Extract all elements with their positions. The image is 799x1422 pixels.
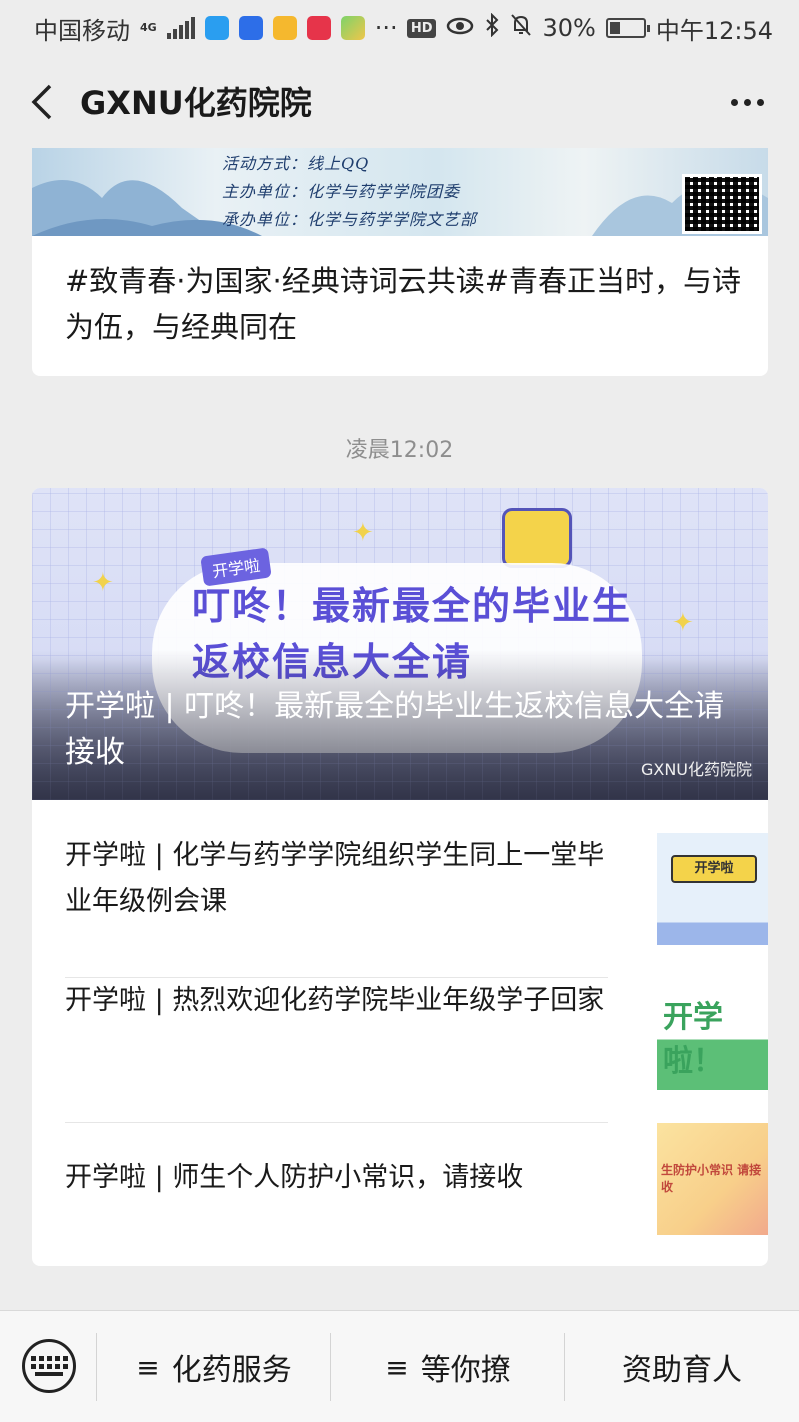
bluetooth-icon bbox=[484, 12, 500, 43]
more-options-button[interactable] bbox=[725, 86, 769, 118]
bottom-menu-bar: ≡ 化药服务 ≡ 等你撩 资助育人 bbox=[0, 1310, 799, 1422]
status-bar: 中国移动 4G ··· HD 30% 中午12:54 bbox=[0, 0, 799, 56]
banner-line: 活动方式：线上QQ bbox=[222, 154, 370, 173]
chevron-left-icon bbox=[31, 84, 52, 120]
message-timestamp: 凌晨12:02 bbox=[345, 438, 454, 463]
menu-item-financial-aid[interactable]: 资助育人 bbox=[565, 1311, 799, 1422]
shopping-app-icon bbox=[306, 16, 331, 40]
watermark: GXNU化药院院 bbox=[640, 760, 752, 779]
back-button[interactable] bbox=[22, 80, 62, 124]
battery-percent: 30% bbox=[542, 14, 596, 42]
nav-bar: GXNU化药院院 bbox=[0, 56, 799, 148]
article-banner-image: 活动方式：线上QQ 主办单位：化学与药学学院团委 承办单位：化学与药学学院文艺部 bbox=[32, 148, 768, 236]
status-left: 中国移动 4G ··· bbox=[34, 11, 398, 46]
keyboard-toggle-button[interactable] bbox=[22, 1339, 76, 1393]
more-notifications-icon: ··· bbox=[374, 14, 398, 42]
menu-item-label: 化药服务 bbox=[171, 1353, 292, 1388]
page-title: GXNU化药院院 bbox=[80, 84, 312, 122]
article-group-card: ✦ ✦ ✦ 开学啦 叮咚！最新最全的毕业生返校信息大全请 开学啦 | 叮咚！最新… bbox=[32, 488, 768, 1266]
thumbnail-label: 开学啦！ bbox=[663, 1000, 723, 1079]
submenu-icon: ≡ bbox=[385, 1350, 409, 1384]
thumbnail-label: 开学啦 bbox=[671, 855, 757, 883]
banner-line: 主办单位：化学与药学学院团委 bbox=[222, 182, 461, 201]
status-right: HD 30% 中午12:54 bbox=[406, 11, 773, 46]
qr-code-icon bbox=[682, 174, 762, 234]
keyboard-icon bbox=[30, 1356, 68, 1376]
star-icon: ✦ bbox=[672, 608, 694, 638]
menu-item-label: 等你撩 bbox=[420, 1353, 511, 1388]
network-type: 4G bbox=[140, 21, 157, 34]
eye-icon bbox=[446, 14, 474, 42]
hd-icon: HD bbox=[406, 18, 437, 38]
mute-bell-icon bbox=[510, 13, 532, 43]
baidu-app-icon bbox=[238, 16, 263, 40]
battery-icon bbox=[605, 18, 650, 38]
gallery-app-icon bbox=[340, 16, 365, 40]
mail-app-icon bbox=[272, 16, 297, 40]
banner-line: 承办单位：化学与药学学院文艺部 bbox=[222, 210, 478, 229]
thumbnail-label: 生防护小常识 请接收 bbox=[661, 1163, 762, 1194]
sub-article-thumbnail: 开学啦 bbox=[657, 833, 768, 945]
submenu-icon: ≡ bbox=[136, 1350, 160, 1384]
sub-article-thumbnail: 生防护小常识 请接收 bbox=[657, 1123, 768, 1235]
menu-item-label: 资助育人 bbox=[622, 1353, 742, 1388]
star-icon: ✦ bbox=[92, 568, 114, 598]
star-icon: ✦ bbox=[352, 518, 374, 548]
battery-fill bbox=[609, 22, 620, 34]
sub-article-item[interactable]: 开学啦 | 师生个人防护小常识，请接收 生防护小常识 请接收 bbox=[65, 1123, 768, 1266]
sub-article-item[interactable]: 开学啦 | 热烈欢迎化药学院毕业年级学子回家 开学啦！ bbox=[65, 978, 768, 1123]
sub-article-title: 开学啦 | 师生个人防护小常识，请接收 bbox=[65, 1162, 524, 1193]
sub-article-title: 开学啦 | 热烈欢迎化药学院毕业年级学子回家 bbox=[65, 985, 605, 1016]
article-title: #致青春·为国家·经典诗词云共读#青春正当时，与诗为伍，与经典同在 bbox=[65, 264, 742, 344]
video-app-icon bbox=[204, 16, 229, 40]
article-card[interactable]: 活动方式：线上QQ 主办单位：化学与药学学院团委 承办单位：化学与药学学院文艺部… bbox=[32, 148, 768, 376]
sub-article-title: 开学啦 | 化学与药学学院组织学生同上一堂毕业年级例会课 bbox=[65, 840, 605, 917]
hero-article[interactable]: ✦ ✦ ✦ 开学啦 叮咚！最新最全的毕业生返校信息大全请 开学啦 | 叮咚！最新… bbox=[32, 488, 768, 800]
carrier-name: 中国移动 bbox=[34, 16, 130, 45]
schoolbag-illustration bbox=[502, 508, 572, 568]
menu-item-waiting[interactable]: ≡ 等你撩 bbox=[331, 1311, 565, 1422]
sub-article-item[interactable]: 开学啦 | 化学与药学学院组织学生同上一堂毕业年级例会课 开学啦 bbox=[65, 833, 768, 978]
signal-icon bbox=[166, 17, 195, 39]
menu-item-services[interactable]: ≡ 化药服务 bbox=[97, 1311, 331, 1422]
sub-article-thumbnail: 开学啦！ bbox=[657, 978, 768, 1090]
clock: 中午12:54 bbox=[655, 16, 773, 45]
